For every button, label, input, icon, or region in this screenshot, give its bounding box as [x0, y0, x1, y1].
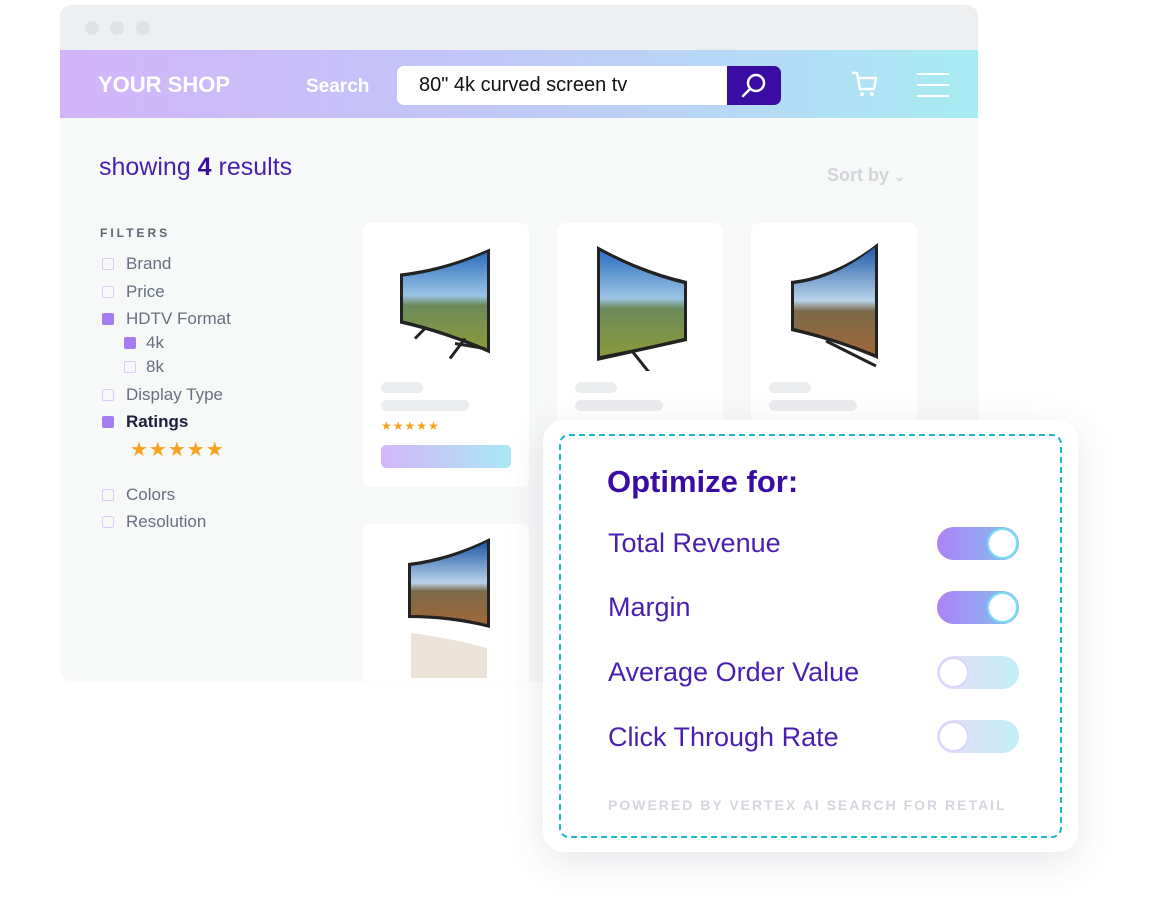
checkbox-checked[interactable] — [124, 337, 136, 349]
product-image[interactable] — [405, 538, 495, 678]
checkbox[interactable] — [102, 516, 114, 528]
filter-brand[interactable]: Brand — [102, 254, 171, 274]
results-prefix: showing — [99, 153, 198, 181]
filter-display-type[interactable]: Display Type — [102, 385, 223, 405]
sort-dropdown[interactable]: Sort by ⌄ — [827, 165, 905, 186]
toggle-knob — [938, 721, 969, 752]
checkbox[interactable] — [102, 489, 114, 501]
checkbox-checked[interactable] — [102, 313, 114, 325]
placeholder-bar — [769, 400, 857, 411]
results-number: 4 — [197, 153, 212, 181]
toggle-average-order-value[interactable] — [937, 656, 1019, 689]
results-suffix: results — [211, 153, 293, 181]
placeholder-bar — [575, 382, 617, 393]
product-card[interactable]: ★★★★★ — [363, 223, 529, 487]
checkbox[interactable] — [124, 361, 136, 373]
search-icon — [741, 73, 766, 98]
optimize-title: Optimize for: — [607, 464, 799, 499]
window-dot-minimize[interactable] — [110, 21, 124, 35]
product-image[interactable] — [592, 241, 692, 371]
toggle-click-through-rate[interactable] — [937, 720, 1019, 753]
placeholder-bar — [381, 400, 469, 411]
rating-stars[interactable]: ★★★★★ — [130, 437, 225, 462]
option-label-click-through-rate: Click Through Rate — [608, 722, 839, 752]
product-image[interactable] — [786, 241, 886, 371]
option-label-average-order-value: Average Order Value — [608, 657, 860, 687]
product-image[interactable] — [395, 241, 495, 366]
sort-label: Sort by — [827, 165, 890, 185]
toggle-total-revenue[interactable] — [937, 527, 1019, 560]
results-count: showing 4 results — [99, 153, 292, 182]
shop-header: YOUR SHOP Search 80" 4k curved screen tv — [60, 50, 978, 118]
shop-logo[interactable]: YOUR SHOP — [98, 72, 230, 98]
optimize-panel: Optimize for: Total Revenue Margin Avera… — [543, 420, 1078, 852]
option-label-margin: Margin — [608, 592, 691, 622]
checkbox[interactable] — [102, 258, 114, 270]
search-input[interactable]: 80" 4k curved screen tv — [397, 66, 727, 105]
window-dot-close[interactable] — [85, 21, 99, 35]
placeholder-bar — [769, 382, 811, 393]
menu-icon[interactable] — [917, 72, 949, 98]
filter-label: Ratings — [126, 412, 189, 431]
option-label-total-revenue: Total Revenue — [608, 528, 781, 558]
title-bar — [60, 5, 978, 50]
add-to-cart-button[interactable] — [381, 445, 511, 468]
filter-label: Resolution — [126, 512, 207, 531]
filter-resolution[interactable]: Resolution — [102, 512, 206, 532]
filter-label: Colors — [126, 485, 176, 504]
filter-label: Display Type — [126, 385, 224, 404]
product-card[interactable] — [363, 524, 529, 681]
filter-label: 4k — [146, 333, 164, 352]
chevron-down-icon: ⌄ — [894, 169, 905, 184]
filter-colors[interactable]: Colors — [102, 485, 175, 505]
product-rating: ★★★★★ — [381, 419, 440, 433]
toggle-knob — [987, 592, 1018, 623]
filters-heading: FILTERS — [100, 226, 171, 240]
checkbox[interactable] — [102, 389, 114, 401]
toggle-knob — [938, 657, 969, 688]
toggle-margin[interactable] — [937, 591, 1019, 624]
window-dot-maximize[interactable] — [136, 21, 150, 35]
powered-by-text: POWERED BY VERTEX AI SEARCH FOR RETAIL — [608, 797, 1007, 813]
filter-ratings[interactable]: Ratings — [102, 412, 188, 432]
filter-label: Brand — [126, 254, 172, 273]
filter-label: Price — [126, 282, 165, 301]
placeholder-bar — [381, 382, 423, 393]
cart-icon[interactable] — [850, 70, 880, 98]
checkbox-checked[interactable] — [102, 416, 114, 428]
search-label: Search — [306, 76, 370, 97]
filter-4k[interactable]: 4k — [124, 333, 164, 353]
filter-label: 8k — [146, 357, 164, 376]
filter-hdtv-format[interactable]: HDTV Format — [102, 309, 231, 329]
toggle-knob — [987, 528, 1018, 559]
placeholder-bar — [575, 400, 663, 411]
filter-8k[interactable]: 8k — [124, 357, 164, 377]
checkbox[interactable] — [102, 286, 114, 298]
filter-price[interactable]: Price — [102, 282, 165, 302]
filter-label: HDTV Format — [126, 309, 231, 328]
search-button[interactable] — [727, 66, 781, 105]
